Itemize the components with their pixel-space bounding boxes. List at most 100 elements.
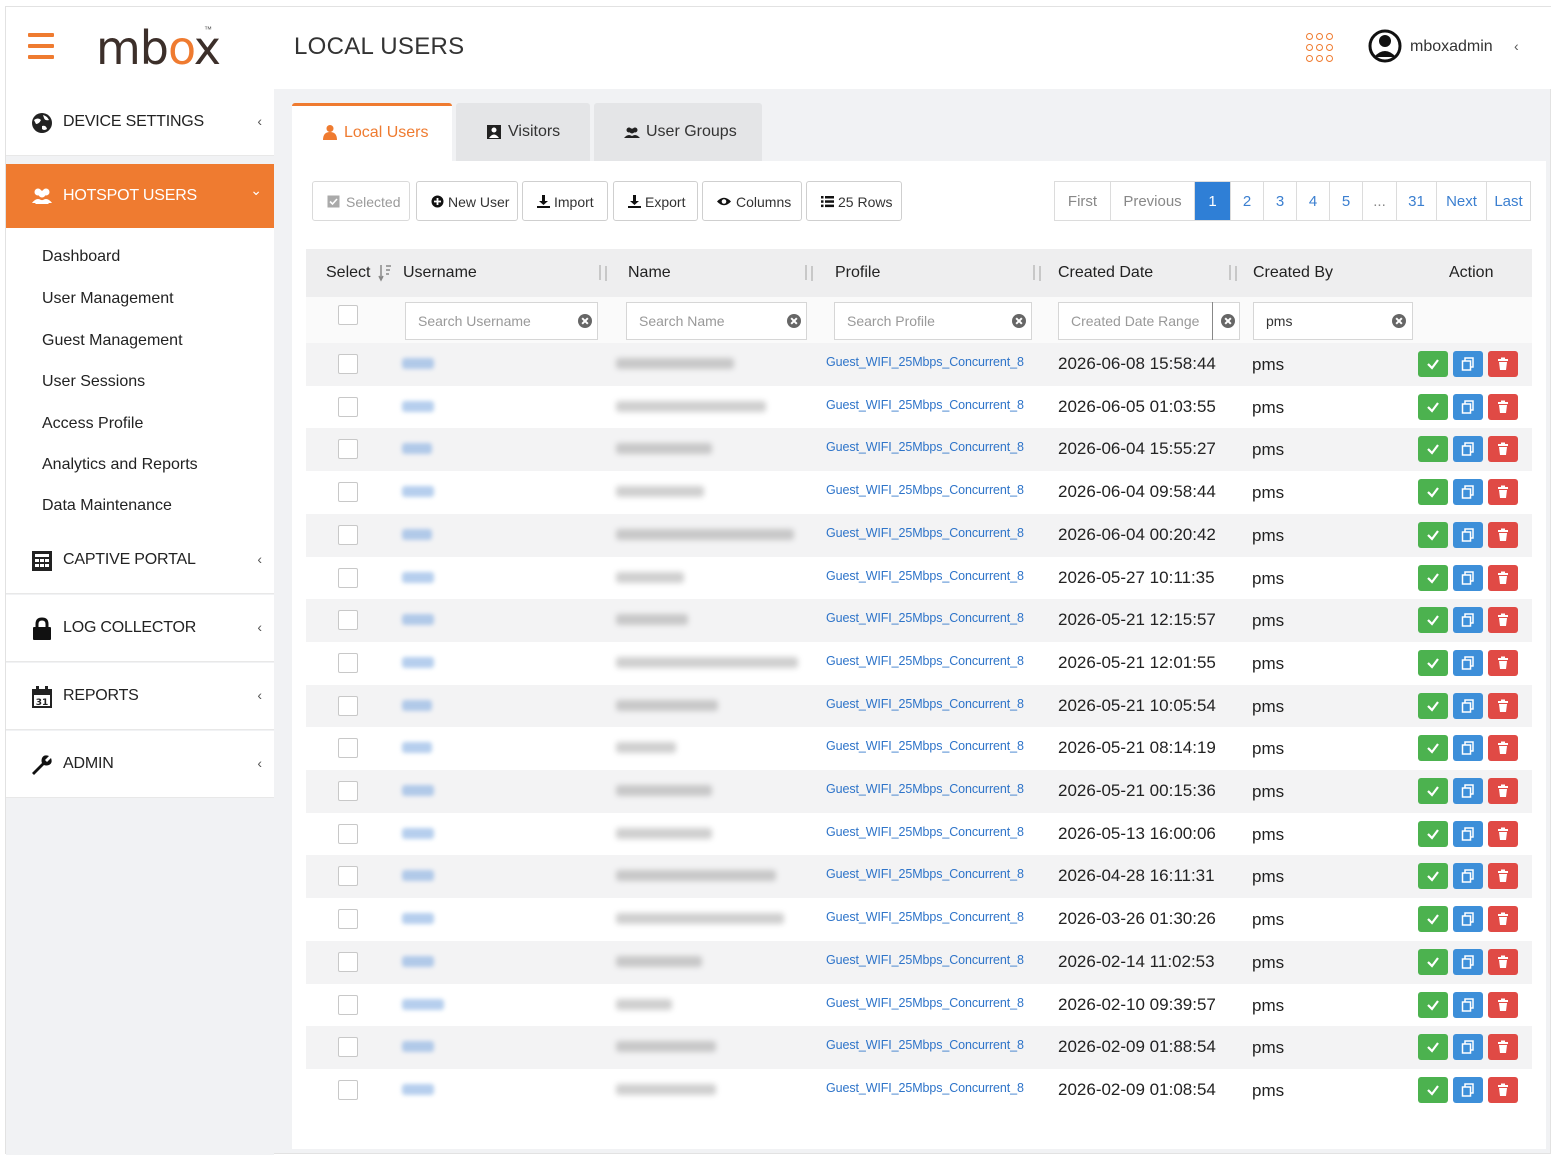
row-select-checkbox[interactable] — [338, 610, 358, 631]
profile-link[interactable]: Guest_WIFI_25Mbps_Concurrent_8 — [826, 355, 1024, 369]
copy-button[interactable] — [1453, 479, 1483, 506]
username-link-redacted[interactable] — [402, 1041, 434, 1053]
activate-button[interactable] — [1418, 607, 1448, 634]
username-link-redacted[interactable] — [402, 955, 434, 967]
submenu-item-user-management[interactable]: User Management — [42, 290, 174, 308]
copy-button[interactable] — [1453, 820, 1483, 847]
search-username-input[interactable] — [405, 302, 598, 340]
submenu-item-data-maintenance[interactable]: Data Maintenance — [42, 497, 172, 515]
activate-button[interactable] — [1418, 351, 1448, 377]
import-button[interactable]: Import — [522, 181, 608, 221]
sort-icon[interactable] — [1226, 263, 1240, 283]
profile-link[interactable]: Guest_WIFI_25Mbps_Concurrent_8 — [826, 697, 1024, 711]
tab-visitors[interactable]: Visitors — [456, 103, 590, 161]
activate-button[interactable] — [1418, 1076, 1448, 1103]
submenu-item-access-profile[interactable]: Access Profile — [42, 415, 143, 433]
row-select-checkbox[interactable] — [338, 652, 358, 673]
column-header-username[interactable]: Username — [403, 264, 477, 282]
page-31-button[interactable]: 31 — [1397, 182, 1437, 220]
sort-desc-icon[interactable] — [378, 263, 392, 283]
page-next-button[interactable]: Next — [1437, 182, 1487, 220]
delete-button[interactable] — [1488, 393, 1518, 420]
copy-button[interactable] — [1453, 1076, 1483, 1103]
sort-icon[interactable] — [802, 263, 816, 283]
username-link-redacted[interactable] — [402, 443, 432, 455]
activate-button[interactable] — [1418, 778, 1448, 804]
tab-user-groups[interactable]: User Groups — [594, 103, 762, 161]
profile-link[interactable]: Guest_WIFI_25Mbps_Concurrent_8 — [826, 953, 1024, 967]
sidebar-item-device-settings[interactable]: DEVICE SETTINGS ‹ — [6, 89, 274, 156]
page-4-button[interactable]: 4 — [1297, 182, 1330, 220]
hamburger-menu-icon[interactable] — [28, 33, 54, 61]
delete-button[interactable] — [1488, 607, 1518, 634]
activate-button[interactable] — [1418, 991, 1448, 1018]
column-header-created-by[interactable]: Created By — [1253, 264, 1333, 282]
username-link-redacted[interactable] — [402, 742, 432, 754]
columns-button[interactable]: Columns — [702, 181, 802, 221]
activate-button[interactable] — [1418, 735, 1448, 762]
apps-grid-icon[interactable] — [1306, 33, 1336, 63]
delete-button[interactable] — [1488, 521, 1518, 548]
profile-link[interactable]: Guest_WIFI_25Mbps_Concurrent_8 — [826, 739, 1024, 753]
activate-button[interactable] — [1418, 436, 1448, 463]
delete-button[interactable] — [1488, 906, 1518, 933]
copy-button[interactable] — [1453, 692, 1483, 719]
clear-username-icon[interactable] — [578, 314, 592, 328]
activate-button[interactable] — [1418, 521, 1448, 548]
profile-link[interactable]: Guest_WIFI_25Mbps_Concurrent_8 — [826, 1081, 1024, 1095]
activate-button[interactable] — [1418, 393, 1448, 420]
username-label[interactable]: mboxadmin — [1410, 38, 1493, 56]
submenu-item-guest-management[interactable]: Guest Management — [42, 332, 183, 350]
row-select-checkbox[interactable] — [338, 781, 358, 801]
activate-button[interactable] — [1418, 564, 1448, 591]
delete-button[interactable] — [1488, 436, 1518, 463]
profile-link[interactable]: Guest_WIFI_25Mbps_Concurrent_8 — [826, 611, 1024, 625]
copy-button[interactable] — [1453, 351, 1483, 377]
copy-button[interactable] — [1453, 948, 1483, 975]
clear-created-by-icon[interactable] — [1392, 314, 1406, 328]
sort-icon[interactable] — [1030, 263, 1044, 283]
username-link-redacted[interactable] — [402, 785, 434, 796]
row-select-checkbox[interactable] — [338, 866, 358, 887]
copy-button[interactable] — [1453, 1034, 1483, 1061]
copy-button[interactable] — [1453, 649, 1483, 676]
row-select-checkbox[interactable] — [338, 695, 358, 716]
username-link-redacted[interactable] — [402, 528, 432, 540]
profile-link[interactable]: Guest_WIFI_25Mbps_Concurrent_8 — [826, 440, 1024, 454]
mbox-logo[interactable]: mbox — [96, 21, 221, 75]
copy-button[interactable] — [1453, 564, 1483, 591]
row-select-checkbox[interactable] — [338, 482, 358, 503]
username-link-redacted[interactable] — [402, 827, 434, 839]
sort-icon[interactable] — [596, 263, 610, 283]
submenu-item-user-sessions[interactable]: User Sessions — [42, 373, 145, 391]
activate-button[interactable] — [1418, 820, 1448, 847]
row-select-checkbox[interactable] — [338, 1079, 358, 1100]
row-select-checkbox[interactable] — [338, 439, 358, 460]
copy-button[interactable] — [1453, 863, 1483, 890]
row-select-checkbox[interactable] — [338, 567, 358, 588]
username-link-redacted[interactable] — [402, 614, 434, 626]
username-link-redacted[interactable] — [402, 571, 434, 583]
search-created-by-input[interactable] — [1253, 302, 1413, 340]
clear-name-icon[interactable] — [787, 314, 801, 328]
delete-button[interactable] — [1488, 692, 1518, 719]
row-select-checkbox[interactable] — [338, 994, 358, 1015]
profile-link[interactable]: Guest_WIFI_25Mbps_Concurrent_8 — [826, 654, 1024, 668]
profile-link[interactable]: Guest_WIFI_25Mbps_Concurrent_8 — [826, 483, 1024, 497]
select-all-checkbox[interactable] — [338, 305, 358, 325]
profile-link[interactable]: Guest_WIFI_25Mbps_Concurrent_8 — [826, 867, 1024, 881]
username-link-redacted[interactable] — [402, 358, 434, 369]
profile-link[interactable]: Guest_WIFI_25Mbps_Concurrent_8 — [826, 825, 1024, 839]
column-header-created-date[interactable]: Created Date — [1058, 264, 1153, 282]
row-select-checkbox[interactable] — [338, 951, 358, 972]
delete-button[interactable] — [1488, 948, 1518, 975]
user-avatar-icon[interactable] — [1368, 27, 1402, 65]
delete-button[interactable] — [1488, 351, 1518, 377]
username-link-redacted[interactable] — [402, 1083, 434, 1095]
page-3-button[interactable]: 3 — [1264, 182, 1297, 220]
copy-button[interactable] — [1453, 906, 1483, 933]
search-profile-input[interactable] — [834, 302, 1032, 340]
copy-button[interactable] — [1453, 778, 1483, 804]
clear-profile-icon[interactable] — [1012, 314, 1026, 328]
profile-link[interactable]: Guest_WIFI_25Mbps_Concurrent_8 — [826, 910, 1024, 924]
